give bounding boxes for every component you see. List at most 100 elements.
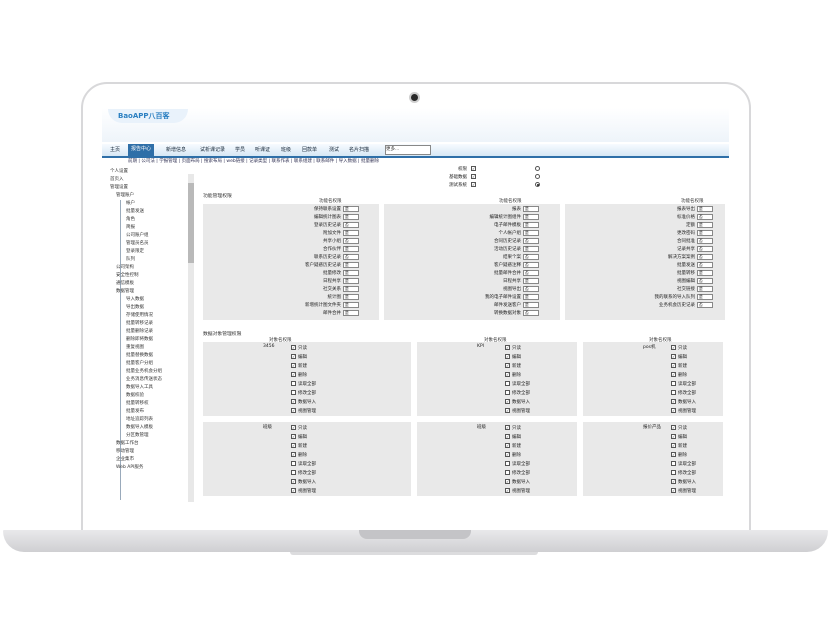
sidebar-item[interactable]: 管理设置 (110, 184, 128, 190)
permission-select[interactable]: 是 (523, 214, 539, 220)
object-permission-checkbox[interactable]: ✓ (505, 372, 510, 377)
permission-select[interactable]: 否 (697, 254, 713, 260)
top-row-checkbox[interactable]: ✓ (471, 174, 476, 179)
object-permission-checkbox[interactable]: ✓ (505, 434, 510, 439)
permission-select[interactable]: 是 (697, 222, 713, 228)
permission-select[interactable]: 否 (697, 246, 713, 252)
permission-select[interactable]: 是 (697, 270, 713, 276)
object-permission-checkbox[interactable]: ✓ (505, 425, 510, 430)
object-permission-checkbox[interactable]: ✓ (671, 399, 676, 404)
permission-select[interactable]: 是 (343, 278, 359, 284)
sidebar-item[interactable]: 批量替换数据 (126, 352, 153, 358)
top-row-radio[interactable] (535, 182, 540, 187)
nav-listening-card[interactable]: 听课证 (255, 146, 270, 153)
sidebar-item[interactable]: 分区数管理 (126, 432, 149, 438)
sidebar-scrollbar-thumb[interactable] (188, 183, 194, 263)
permission-select[interactable]: 是 (523, 206, 539, 212)
permission-select[interactable]: 是 (697, 286, 713, 292)
object-permission-checkbox[interactable]: ✓ (505, 399, 510, 404)
object-permission-checkbox[interactable]: ✓ (671, 488, 676, 493)
object-permission-checkbox[interactable]: ✓ (291, 425, 296, 430)
object-permission-checkbox[interactable]: ✓ (291, 372, 296, 377)
sidebar-item[interactable]: 业务消息传送状态 (126, 376, 162, 382)
object-permission-checkbox[interactable]: ✓ (505, 452, 510, 457)
permission-select[interactable]: 否 (523, 310, 539, 316)
object-permission-checkbox[interactable]: ✓ (505, 488, 510, 493)
object-permission-checkbox[interactable]: ✓ (291, 399, 296, 404)
permission-select[interactable]: 否 (523, 270, 539, 276)
sidebar-item[interactable]: 删除即将数据 (126, 336, 153, 342)
permission-select[interactable]: 否 (697, 214, 713, 220)
object-permission-checkbox[interactable]: ✓ (671, 363, 676, 368)
permission-select[interactable]: 是 (343, 286, 359, 292)
sidebar-item[interactable]: 通信模板 (116, 280, 134, 286)
permission-select[interactable]: 是 (343, 246, 359, 252)
sidebar-item[interactable]: 批量转移记录 (126, 320, 153, 326)
permission-select[interactable]: 否 (343, 254, 359, 260)
nav-classes[interactable]: 班级 (281, 146, 291, 153)
sidebar-item[interactable]: 首页入 (110, 176, 124, 182)
sidebar-item[interactable]: 公司账户组 (126, 232, 149, 238)
object-permission-checkbox[interactable]: ✓ (671, 434, 676, 439)
sidebar-item[interactable]: 批量业务机会分组 (126, 368, 162, 374)
permission-select[interactable]: 是 (343, 270, 359, 276)
object-permission-checkbox[interactable]: ✓ (505, 443, 510, 448)
object-permission-checkbox[interactable] (671, 470, 676, 475)
sidebar-item[interactable]: 批量客户分组 (126, 360, 153, 366)
sidebar-item[interactable]: 登录限定 (126, 248, 144, 254)
object-permission-checkbox[interactable] (291, 461, 296, 466)
nav-new-info[interactable]: 新增信息 (166, 146, 186, 153)
object-permission-checkbox[interactable] (671, 381, 676, 386)
sidebar-item[interactable]: 批量转移权 (126, 400, 149, 406)
object-permission-checkbox[interactable] (505, 381, 510, 386)
object-permission-checkbox[interactable]: ✓ (505, 479, 510, 484)
permission-select[interactable]: 是 (523, 222, 539, 228)
permission-select[interactable]: 是 (523, 278, 539, 284)
sidebar-item[interactable]: 安全性控制 (116, 272, 139, 278)
object-permission-checkbox[interactable]: ✓ (671, 408, 676, 413)
nav-receipt[interactable]: 回款单 (302, 146, 317, 153)
nav-students[interactable]: 学员 (235, 146, 245, 153)
object-permission-checkbox[interactable]: ✓ (505, 408, 510, 413)
object-permission-checkbox[interactable] (291, 470, 296, 475)
object-permission-checkbox[interactable]: ✓ (671, 452, 676, 457)
permission-select[interactable]: 否 (697, 302, 713, 308)
permission-select[interactable]: 否 (523, 238, 539, 244)
permission-select[interactable]: 否 (523, 262, 539, 268)
sidebar-item[interactable]: 企业集市 (116, 456, 134, 462)
object-permission-checkbox[interactable]: ✓ (505, 345, 510, 350)
sidebar-item[interactable]: 数据管理 (116, 288, 134, 294)
object-permission-checkbox[interactable]: ✓ (291, 443, 296, 448)
permission-select[interactable]: 否 (697, 278, 713, 284)
object-permission-checkbox[interactable]: ✓ (671, 354, 676, 359)
sidebar-item[interactable]: 导入数据 (126, 296, 144, 302)
more-select[interactable]: 更多... (385, 145, 431, 155)
sidebar-item[interactable]: 移动管理 (116, 448, 134, 454)
sidebar-item[interactable]: 地址追踪列表 (126, 416, 153, 422)
object-permission-checkbox[interactable] (671, 461, 676, 466)
permission-select[interactable]: 否 (523, 254, 539, 260)
object-permission-checkbox[interactable]: ✓ (291, 408, 296, 413)
nav-card-scan[interactable]: 名片扫描 (349, 146, 369, 153)
sidebar-item[interactable]: 个人设置 (110, 168, 128, 174)
top-row-checkbox[interactable]: ✓ (471, 166, 476, 171)
object-permission-checkbox[interactable]: ✓ (291, 345, 296, 350)
permission-select[interactable]: 是 (697, 206, 713, 212)
object-permission-checkbox[interactable]: ✓ (671, 345, 676, 350)
object-permission-checkbox[interactable]: ✓ (671, 479, 676, 484)
sidebar-item[interactable]: 数据导入模板 (126, 424, 153, 430)
permission-select[interactable]: 否 (697, 238, 713, 244)
permission-select[interactable]: 是 (343, 230, 359, 236)
permission-select[interactable]: 是 (343, 262, 359, 268)
object-permission-checkbox[interactable]: ✓ (291, 434, 296, 439)
nav-trial-class[interactable]: 试析课记录 (200, 146, 225, 153)
top-row-radio[interactable] (535, 166, 540, 171)
permission-select[interactable]: 否 (523, 286, 539, 292)
permission-select[interactable]: 是 (697, 230, 713, 236)
sidebar-item[interactable]: 存储使用情况 (126, 312, 153, 318)
sidebar-item[interactable]: 批量删除记录 (126, 328, 153, 334)
permission-select[interactable]: 是 (343, 214, 359, 220)
object-permission-checkbox[interactable]: ✓ (671, 443, 676, 448)
permission-select[interactable]: 是 (523, 246, 539, 252)
permission-select[interactable]: 是 (523, 294, 539, 300)
